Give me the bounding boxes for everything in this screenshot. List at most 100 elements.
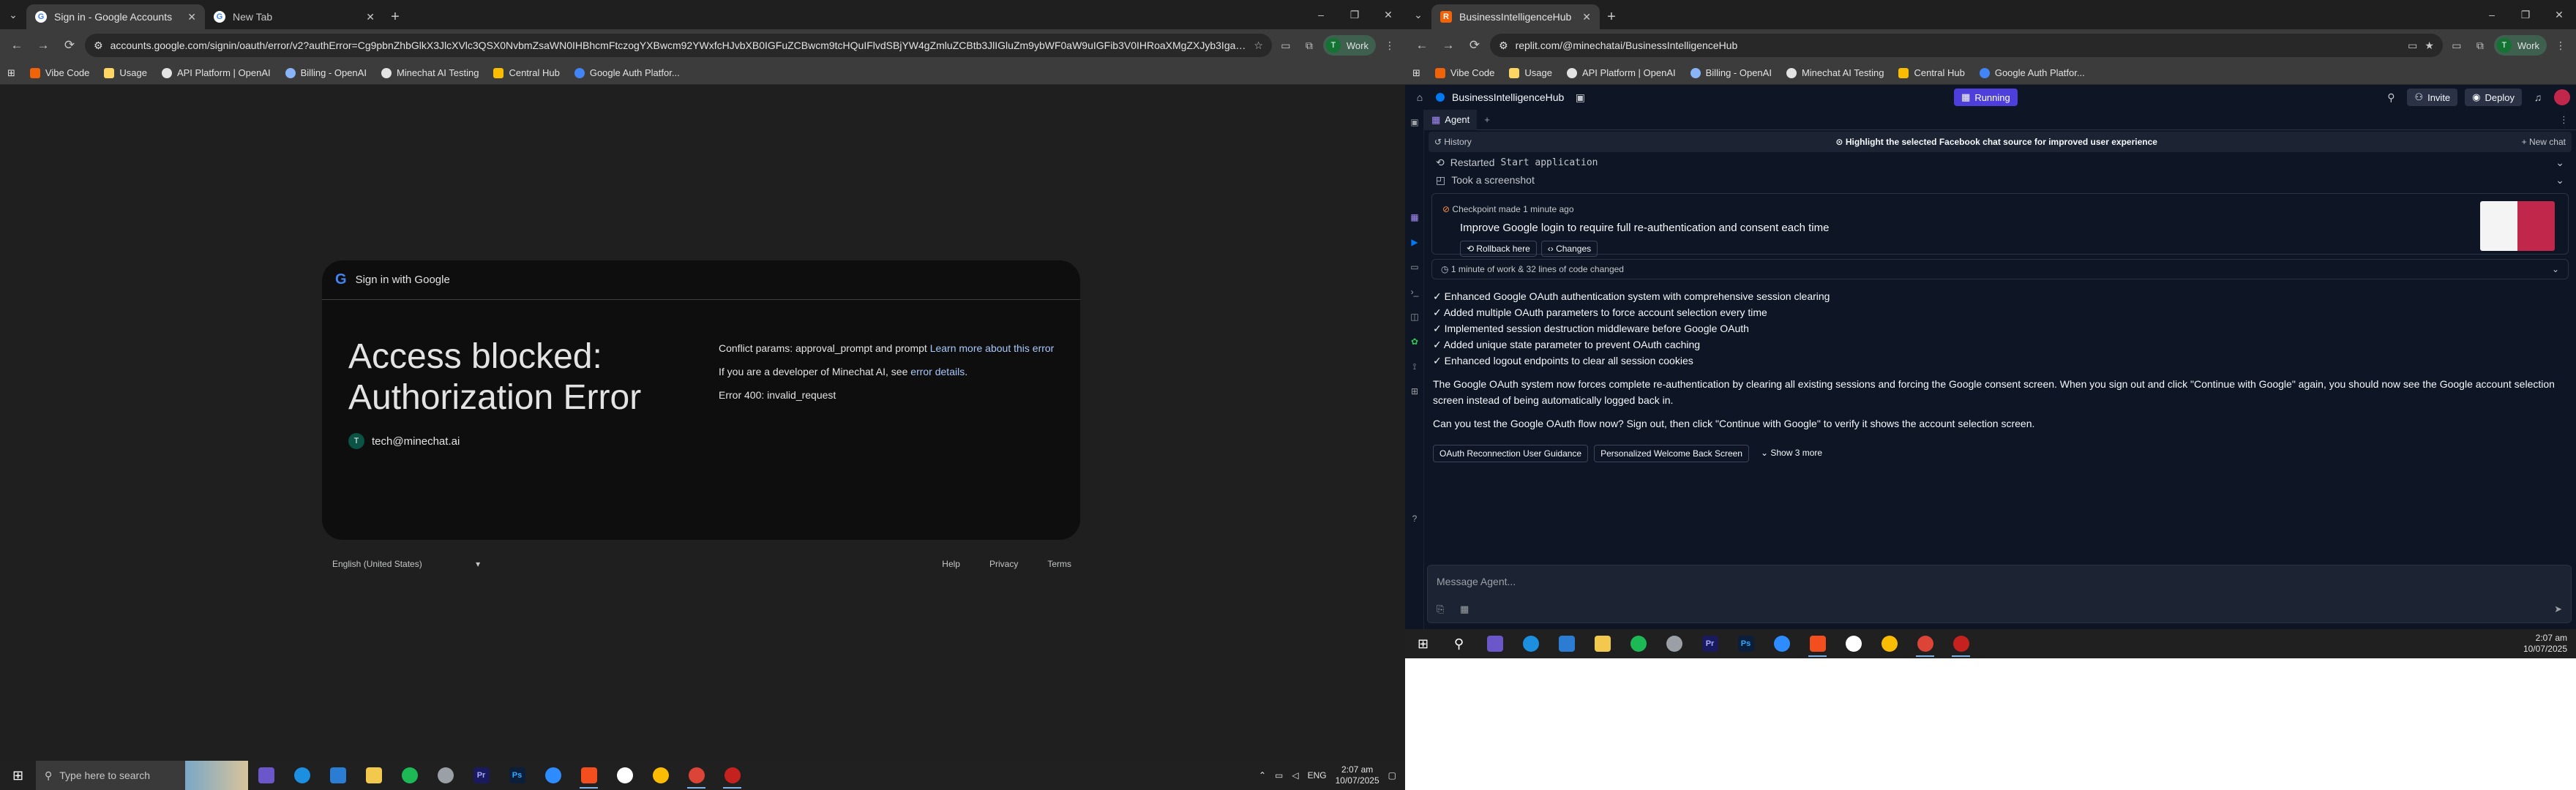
history-button[interactable]: ↺ History <box>1434 137 1472 147</box>
taskbar-app[interactable]: Pr <box>463 761 499 790</box>
taskbar-app[interactable] <box>427 761 463 790</box>
bookmark-item[interactable]: Usage <box>1509 67 1552 78</box>
agent-icon[interactable]: ▦ <box>1405 205 1424 230</box>
tab-search-icon[interactable]: ⌄ <box>0 0 26 29</box>
help-icon[interactable]: ? <box>1405 506 1424 531</box>
close-window-button[interactable]: ✕ <box>1371 0 1405 29</box>
bookmark-item[interactable]: Usage <box>104 67 147 78</box>
taskbar-app[interactable] <box>1871 629 1907 658</box>
changes-button[interactable]: ‹› Changes <box>1540 241 1598 257</box>
taskbar-app[interactable] <box>1549 629 1584 658</box>
taskbar-app[interactable] <box>320 761 356 790</box>
profile-button[interactable]: T Work <box>1322 35 1376 56</box>
tab-agent[interactable]: ▦ Agent <box>1424 109 1478 130</box>
minimize-button[interactable]: – <box>1304 0 1338 29</box>
running-button[interactable]: ▦ Running <box>1954 89 2018 106</box>
minimize-button[interactable]: – <box>2475 0 2509 29</box>
taskbar-app[interactable] <box>714 761 750 790</box>
new-chat-button[interactable]: + New chat <box>2522 137 2566 147</box>
project-name[interactable]: BusinessIntelligenceHub <box>1452 91 1564 103</box>
help-link[interactable]: Help <box>942 559 960 569</box>
taskbar-clock[interactable]: 2:07 am 10/07/2025 <box>1336 764 1379 786</box>
reload-icon[interactable]: ⟳ <box>1464 34 1486 56</box>
language-select[interactable]: English (United States) ▾ <box>332 559 942 569</box>
forward-icon[interactable]: → <box>1437 34 1459 56</box>
taskbar-app[interactable]: Ps <box>1728 629 1764 658</box>
taskbar-app[interactable] <box>535 761 571 790</box>
taskbar-app[interactable] <box>1620 629 1656 658</box>
taskbar-app[interactable] <box>571 761 607 790</box>
taskbar-app[interactable] <box>1656 629 1692 658</box>
search-icon[interactable]: ⚲ <box>2382 89 2400 106</box>
privacy-link[interactable]: Privacy <box>989 559 1018 569</box>
extensions-puzzle-icon[interactable]: ⧉ <box>2471 36 2490 55</box>
taskbar-app[interactable]: Pr <box>1692 629 1728 658</box>
extension-icon[interactable]: ▭ <box>1276 36 1295 55</box>
bookmark-star-icon[interactable]: ★ <box>2425 40 2434 52</box>
database-icon[interactable]: ◫ <box>1405 304 1424 329</box>
taskbar-search[interactable]: ⚲ <box>1441 629 1477 658</box>
bookmark-item[interactable]: Central Hub <box>1898 67 1965 78</box>
show-more-button[interactable]: ⌄ Show 3 more <box>1755 445 1828 462</box>
taskbar-app[interactable] <box>1513 629 1549 658</box>
taskbar-app[interactable] <box>607 761 643 790</box>
start-button[interactable]: ⊞ <box>0 761 36 790</box>
close-window-button[interactable]: ✕ <box>2542 0 2576 29</box>
bookmark-item[interactable]: Google Auth Platfor... <box>574 67 680 78</box>
address-bar[interactable]: ⚙ replit.com/@minechatai/BusinessIntelli… <box>1490 34 2443 57</box>
work-summary[interactable]: ◷ 1 minute of work & 32 lines of code ch… <box>1431 259 2569 279</box>
account-chip[interactable]: T tech@minechat.ai <box>348 433 460 449</box>
install-app-icon[interactable]: ▭ <box>2408 40 2417 52</box>
taskbar-app[interactable] <box>284 761 320 790</box>
add-tab-button[interactable]: + <box>1477 114 1497 125</box>
taskbar-app[interactable]: Ps <box>499 761 535 790</box>
suggestion-chip[interactable]: OAuth Reconnection User Guidance <box>1433 445 1589 462</box>
input-language[interactable]: ENG <box>1308 770 1327 780</box>
start-button[interactable]: ⊞ <box>1405 629 1441 658</box>
suggestion-chip[interactable]: Personalized Welcome Back Screen <box>1594 445 1749 462</box>
invite-button[interactable]: ⚇ Invite <box>2407 89 2458 106</box>
project-settings-icon[interactable]: ▣ <box>1571 89 1589 106</box>
new-tab-button[interactable]: + <box>383 4 407 29</box>
taskbar-search[interactable]: ⚲ Type here to search <box>36 761 248 790</box>
send-icon[interactable]: ➤ <box>2554 603 2562 615</box>
extension-icon[interactable]: ▭ <box>2447 36 2466 55</box>
taskbar-app[interactable] <box>678 761 714 790</box>
address-bar[interactable]: ⚙ accounts.google.com/signin/oauth/error… <box>85 34 1272 57</box>
restore-button[interactable]: ❐ <box>2509 0 2542 29</box>
taskbar-app[interactable] <box>356 761 392 790</box>
tools-grid-icon[interactable]: ▦ <box>1460 603 1469 615</box>
reload-icon[interactable]: ⟳ <box>59 34 80 56</box>
tab-close-icon[interactable]: ✕ <box>366 11 375 23</box>
taskbar-app[interactable] <box>1800 629 1835 658</box>
secrets-icon[interactable]: ✿ <box>1405 329 1424 354</box>
menu-kebab-icon[interactable]: ⋮ <box>1380 36 1399 55</box>
profile-button[interactable]: T Work <box>2493 35 2547 56</box>
bookmark-item[interactable]: Central Hub <box>493 67 560 78</box>
run-icon[interactable]: ▶ <box>1405 230 1424 255</box>
error-details-link[interactable]: error details <box>910 366 965 377</box>
bookmark-item[interactable]: Vibe Code <box>29 67 89 78</box>
preview-icon[interactable]: ▭ <box>1405 255 1424 279</box>
new-tab-button[interactable]: + <box>1600 4 1623 29</box>
terms-link[interactable]: Terms <box>1047 559 1071 569</box>
back-icon[interactable]: ← <box>6 34 28 56</box>
bookmark-item[interactable]: Billing - OpenAI <box>1690 67 1772 78</box>
tab-search-icon[interactable]: ⌄ <box>1405 0 1431 29</box>
console-icon[interactable]: ›_ <box>1405 279 1424 304</box>
taskbar-app[interactable] <box>1907 629 1943 658</box>
checkpoint-preview-thumbnail[interactable] <box>2480 201 2555 251</box>
bookmark-item[interactable]: Billing - OpenAI <box>285 67 367 78</box>
taskbar-app[interactable] <box>1764 629 1800 658</box>
message-agent-input[interactable]: Message Agent... ⎘ ▦ ➤ <box>1427 565 2572 623</box>
back-icon[interactable]: ← <box>1411 34 1433 56</box>
taskbar-app[interactable] <box>1584 629 1620 658</box>
tab-new-tab[interactable]: G New Tab ✕ <box>205 4 383 29</box>
layout-icon[interactable]: ▣ <box>1405 110 1424 135</box>
bookmark-item[interactable]: API Platform | OpenAI <box>161 67 271 78</box>
address-url[interactable]: replit.com/@minechatai/BusinessIntellige… <box>1516 40 2401 51</box>
tab-replit[interactable]: R BusinessIntelligenceHub - Repli ✕ <box>1431 4 1600 29</box>
attach-icon[interactable]: ⎘ <box>1437 603 1444 615</box>
apps-icon[interactable]: ⊞ <box>1405 379 1424 404</box>
apps-grid-icon[interactable]: ⊞ <box>1412 67 1420 79</box>
